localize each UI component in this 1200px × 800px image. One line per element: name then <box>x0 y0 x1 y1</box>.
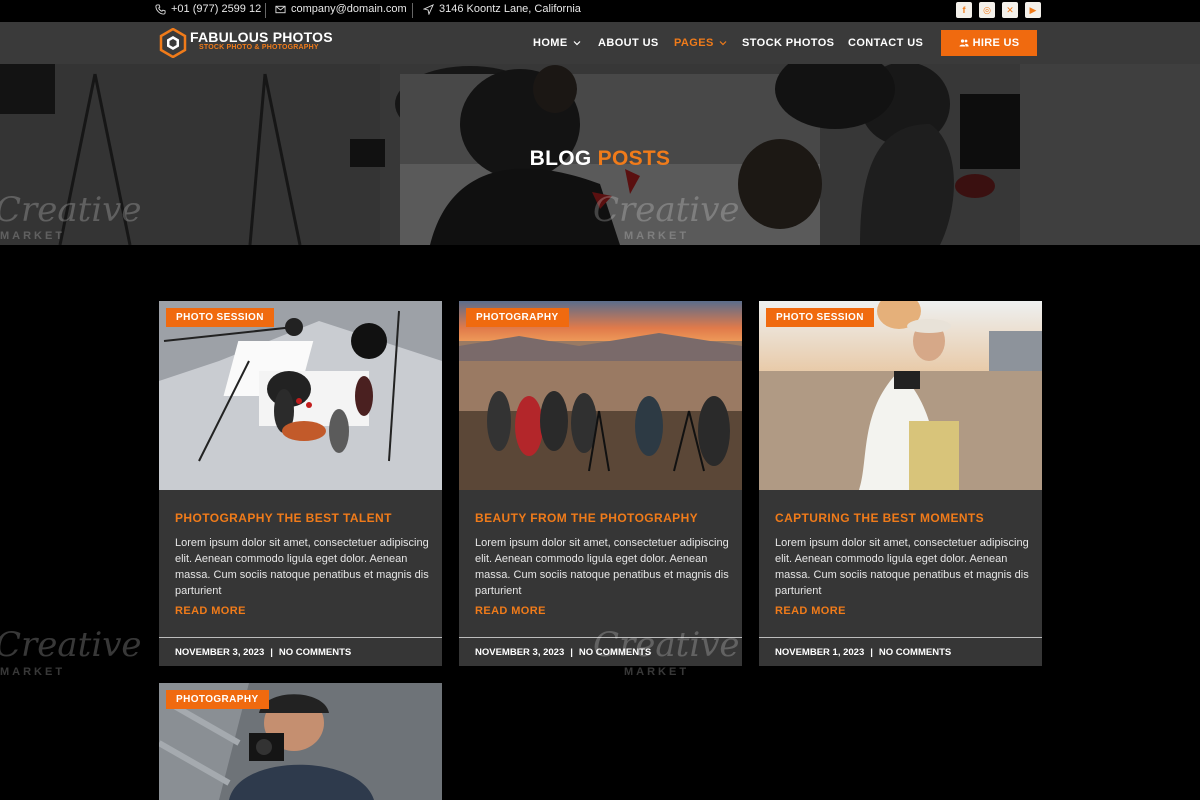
watermark-sub: MARKET <box>0 666 66 678</box>
topbar-divider <box>265 3 266 18</box>
post-image[interactable]: PHOTOGRAPHY <box>159 683 442 800</box>
sunset-photographers-photo <box>459 301 742 490</box>
brand-tagline: STOCK PHOTO & PHOTOGRAPHY <box>199 44 319 51</box>
facebook-icon[interactable]: f <box>956 2 972 18</box>
post-card: PHOTOGRAPHY BEAUTY FROM THE PHOTOGRAPHY … <box>459 301 742 666</box>
envelope-icon <box>275 5 286 13</box>
watermark-text: Creative <box>0 190 142 230</box>
post-image[interactable]: PHOTO SESSION <box>759 301 1042 490</box>
nav-contact-us-label: CONTACT US <box>848 37 924 49</box>
post-excerpt: Lorem ipsum dolor sit amet, consectetuer… <box>775 537 1029 597</box>
post-comments[interactable]: NO COMMENTS <box>879 647 951 658</box>
nav-about-us-label: ABOUT US <box>598 37 659 49</box>
nav-home-label: HOME <box>533 37 568 49</box>
topbar-divider <box>412 3 413 18</box>
watermark-text: Creative <box>593 190 740 230</box>
category-badge[interactable]: PHOTOGRAPHY <box>166 690 269 709</box>
nav-pages[interactable]: PAGES <box>674 37 727 49</box>
post-image[interactable]: PHOTOGRAPHY <box>459 301 742 490</box>
studio-overhead-photo <box>159 301 442 490</box>
meta-separator: | <box>270 647 273 658</box>
post-meta: NOVEMBER 1, 2023 | NO COMMENTS <box>775 647 951 658</box>
nav-stock-photos-label: STOCK PHOTOS <box>742 37 835 49</box>
watermark-sub: MARKET <box>0 230 66 242</box>
nav-pages-label: PAGES <box>674 37 714 49</box>
page-title: BLOG POSTS <box>0 147 1200 171</box>
meta-separator: | <box>570 647 573 658</box>
read-more-link[interactable]: READ MORE <box>775 605 846 617</box>
email-contact[interactable]: company@domain.com <box>275 3 407 15</box>
post-meta: NOVEMBER 3, 2023 | NO COMMENTS <box>175 647 351 658</box>
post-title[interactable]: CAPTURING THE BEST MOMENTS <box>775 511 984 525</box>
hire-us-button[interactable]: HIRE US <box>941 30 1037 56</box>
post-excerpt: Lorem ipsum dolor sit amet, consectetuer… <box>475 537 729 597</box>
post-date[interactable]: NOVEMBER 1, 2023 <box>775 647 864 658</box>
post-date[interactable]: NOVEMBER 3, 2023 <box>175 647 264 658</box>
post-comments[interactable]: NO COMMENTS <box>279 647 351 658</box>
brand-name[interactable]: FABULOUS PHOTOS <box>190 29 333 45</box>
users-icon <box>959 39 969 47</box>
category-badge[interactable]: PHOTO SESSION <box>766 308 874 327</box>
main-navbar: FABULOUS PHOTOS STOCK PHOTO & PHOTOGRAPH… <box>0 22 1200 64</box>
page-title-word-2: POSTS <box>597 147 671 170</box>
location-arrow-icon <box>423 3 434 15</box>
post-card: PHOTO SESSION PHOTOGRAPHY THE BEST TALEN… <box>159 301 442 666</box>
nav-home[interactable]: HOME <box>533 37 581 49</box>
phone-contact[interactable]: +01 (977) 2599 12 <box>155 3 261 15</box>
chevron-down-icon <box>719 41 727 46</box>
address-contact: 3146 Koontz Lane, California <box>423 3 581 15</box>
post-date[interactable]: NOVEMBER 3, 2023 <box>475 647 564 658</box>
watermark-text: Creative <box>593 625 740 665</box>
chevron-down-icon <box>573 41 581 46</box>
post-card: PHOTOGRAPHY <box>159 683 442 800</box>
post-title[interactable]: BEAUTY FROM THE PHOTOGRAPHY <box>475 511 698 525</box>
instagram-icon[interactable]: ◎ <box>979 2 995 18</box>
address-text: 3146 Koontz Lane, California <box>439 3 581 15</box>
read-more-link[interactable]: READ MORE <box>475 605 546 617</box>
nav-contact-us[interactable]: CONTACT US <box>848 37 923 49</box>
post-card: PHOTO SESSION CAPTURING THE BEST MOMENTS… <box>759 301 1042 666</box>
read-more-link[interactable]: READ MORE <box>175 605 246 617</box>
category-badge[interactable]: PHOTOGRAPHY <box>466 308 569 327</box>
watermark-sub: MARKET <box>624 230 690 242</box>
nav-stock-photos[interactable]: STOCK PHOTOS <box>742 37 834 49</box>
nav-about-us[interactable]: ABOUT US <box>598 37 659 49</box>
woman-with-camera-photo <box>759 301 1042 490</box>
youtube-icon[interactable]: ▶ <box>1025 2 1041 18</box>
post-title[interactable]: PHOTOGRAPHY THE BEST TALENT <box>175 511 392 525</box>
card-divider <box>759 637 1042 638</box>
category-badge[interactable]: PHOTO SESSION <box>166 308 274 327</box>
phone-icon <box>155 3 166 15</box>
page-title-word-1: BLOG <box>529 147 592 170</box>
camera-aperture-logo-icon[interactable] <box>159 28 187 58</box>
card-divider <box>159 637 442 638</box>
meta-separator: | <box>870 647 873 658</box>
x-icon[interactable]: ✕ <box>1002 2 1018 18</box>
post-image[interactable]: PHOTO SESSION <box>159 301 442 490</box>
watermark-sub: MARKET <box>624 666 690 678</box>
post-excerpt: Lorem ipsum dolor sit amet, consectetuer… <box>175 537 429 597</box>
phone-number: +01 (977) 2599 12 <box>171 3 262 15</box>
watermark-text: Creative <box>0 625 142 665</box>
hire-us-label: HIRE US <box>972 37 1020 49</box>
top-bar: +01 (977) 2599 12 company@domain.com 314… <box>0 0 1200 22</box>
email-address: company@domain.com <box>291 3 407 15</box>
